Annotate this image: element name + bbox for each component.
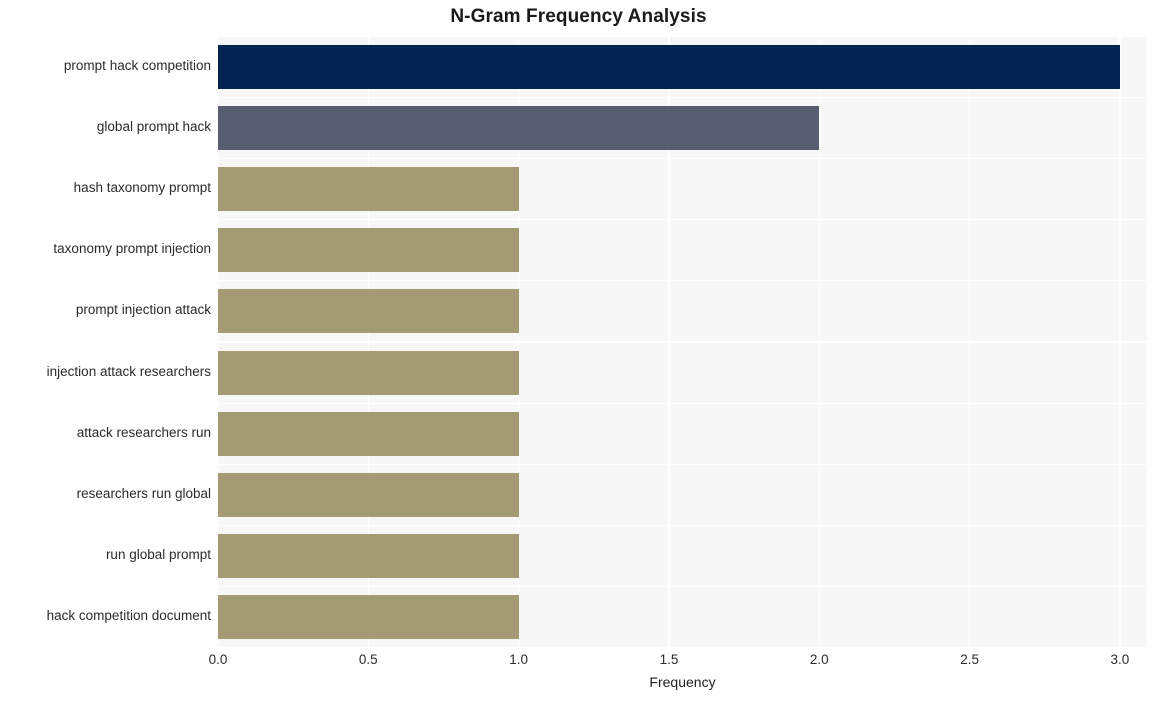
y-axis-tick-label: prompt injection attack bbox=[75, 302, 211, 318]
y-axis-tick-label: injection attack researchers bbox=[46, 363, 211, 379]
gridline-horizontal bbox=[218, 463, 1147, 466]
gridline-horizontal bbox=[218, 647, 1147, 649]
y-axis-tick-label: prompt hack competition bbox=[63, 57, 211, 73]
x-axis-tick-label: 3.0 bbox=[1110, 652, 1130, 667]
y-axis-tick-label: global prompt hack bbox=[96, 118, 211, 134]
x-axis-tick-label: 2.0 bbox=[809, 652, 829, 667]
gridline-horizontal bbox=[218, 280, 1147, 282]
gridline-horizontal bbox=[218, 402, 1147, 404]
y-axis-tick-label: taxonomy prompt injection bbox=[53, 241, 211, 257]
y-axis-tick-label: hash taxonomy prompt bbox=[73, 180, 211, 195]
bar bbox=[218, 473, 519, 517]
bar bbox=[218, 350, 519, 395]
gridline-horizontal bbox=[218, 218, 1147, 221]
gridline-horizontal bbox=[218, 586, 1147, 588]
bar bbox=[218, 44, 1120, 89]
y-axis-tick-label: attack researchers run bbox=[76, 424, 211, 440]
x-axis-tick-label: 0.5 bbox=[358, 652, 378, 667]
y-axis-tick-label: run global prompt bbox=[105, 547, 211, 563]
gridline-horizontal bbox=[218, 524, 1147, 527]
bar bbox=[218, 595, 519, 640]
chart-title: N-Gram Frequency Analysis bbox=[450, 6, 707, 27]
bar bbox=[218, 289, 519, 334]
bar bbox=[218, 105, 820, 150]
gridline-horizontal bbox=[218, 35, 1147, 37]
bar bbox=[218, 167, 519, 211]
x-axis-label: Frequency bbox=[649, 674, 716, 690]
plot-area bbox=[217, 35, 1147, 649]
bar bbox=[218, 411, 519, 456]
bar bbox=[218, 228, 519, 273]
x-axis-tick-label: 1.0 bbox=[509, 652, 529, 667]
gridline-horizontal bbox=[218, 341, 1147, 343]
y-axis-tick-label: hack competition document bbox=[46, 608, 211, 624]
x-axis-tick-label: 1.5 bbox=[659, 652, 679, 667]
y-axis-tick-label: researchers run global bbox=[76, 486, 211, 501]
gridline-horizontal bbox=[218, 157, 1147, 160]
x-axis-tick-label: 0.0 bbox=[208, 652, 228, 667]
bar bbox=[218, 534, 519, 579]
chart-figure: N-Gram Frequency Analysis prompt hack co… bbox=[0, 0, 1157, 701]
x-axis-tick-label: 2.5 bbox=[960, 652, 979, 667]
gridline-horizontal bbox=[218, 96, 1147, 98]
